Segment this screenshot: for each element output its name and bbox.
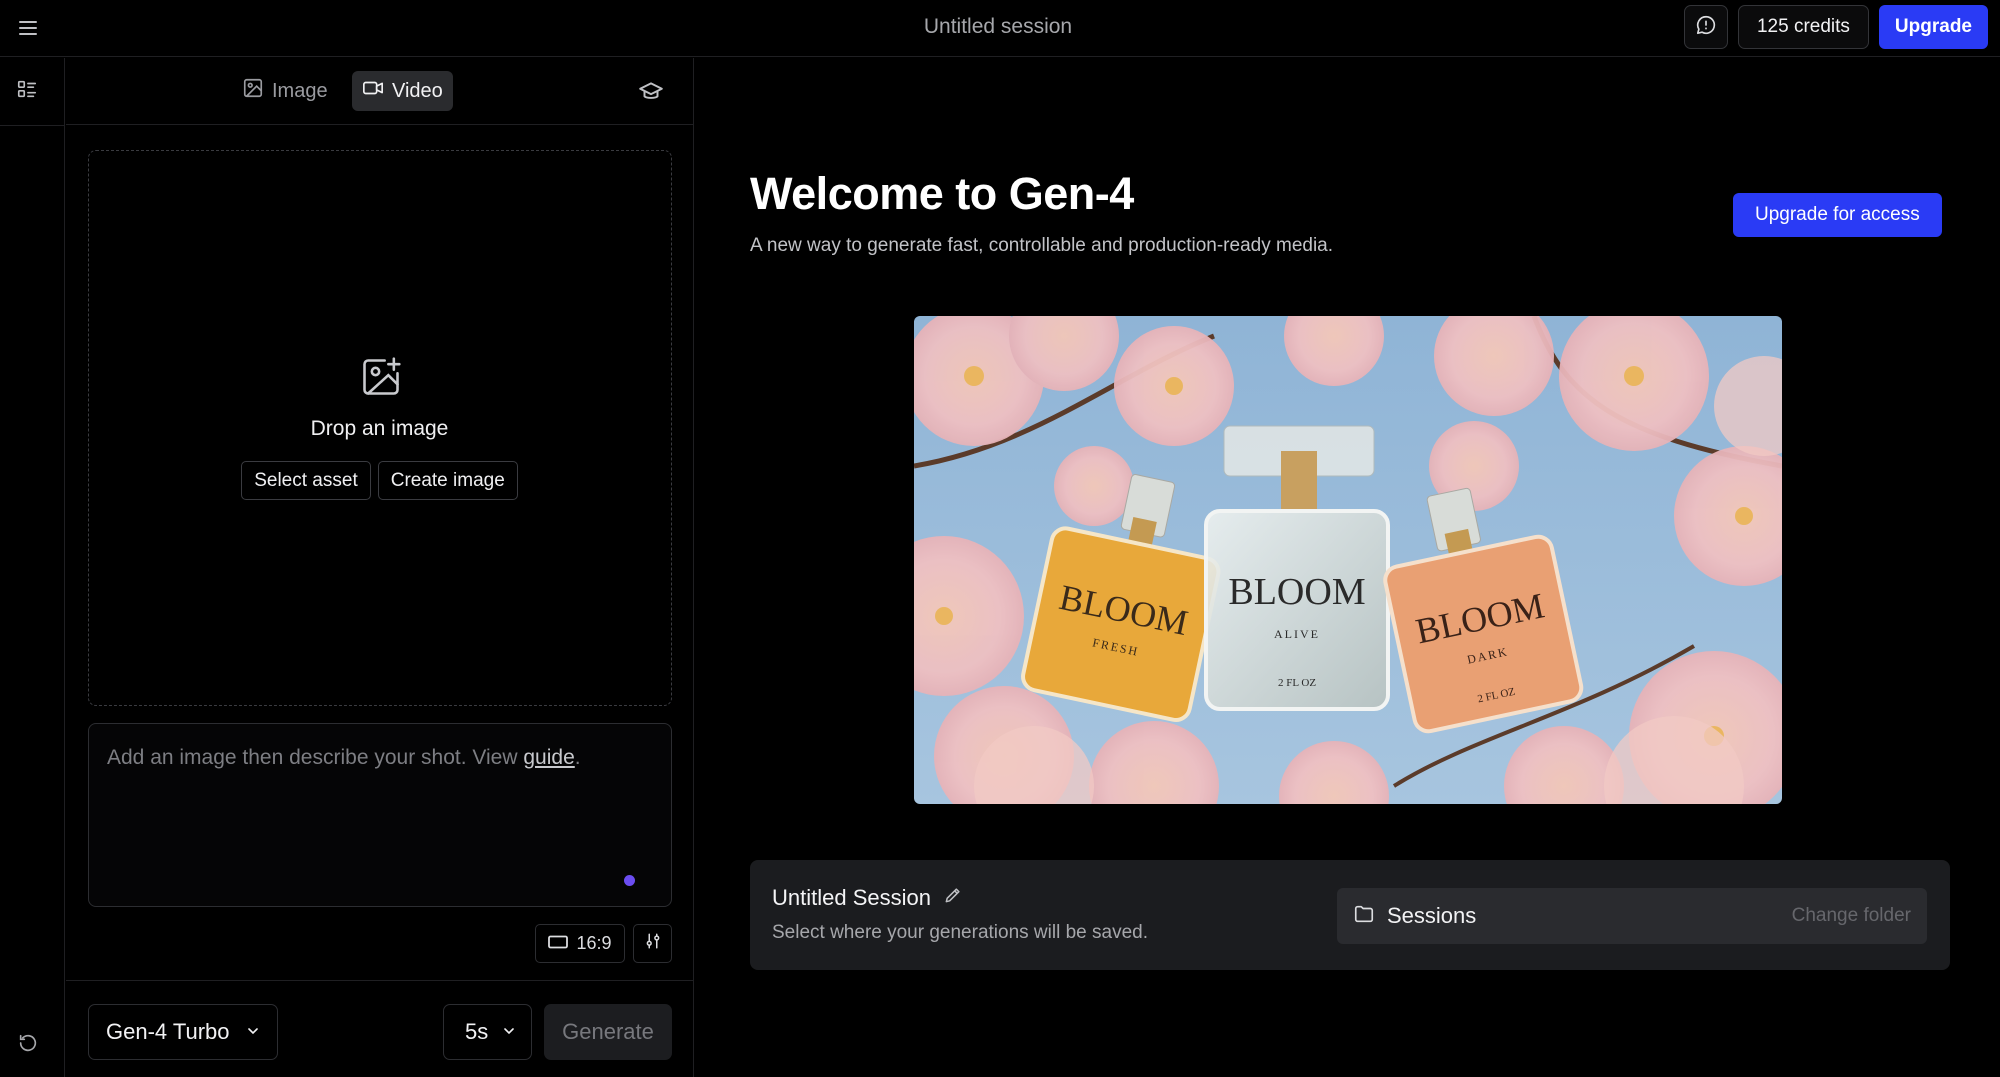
create-image-button[interactable]: Create image (377, 461, 518, 500)
prompt-placeholder: Add an image then describe your shot. Vi… (107, 746, 581, 770)
hero-image: BLOOM FRESH BLOOM ALIVE 2 FL OZ BLOOM DA… (914, 316, 1782, 804)
mode-tabs: Image Video (66, 58, 694, 125)
tab-image-label: Image (272, 79, 328, 102)
chevron-down-icon (245, 1019, 261, 1045)
left-rail (0, 58, 65, 1077)
image-add-icon (359, 355, 403, 399)
aspect-ratio-button[interactable]: 16:9 (535, 924, 625, 963)
guide-link[interactable]: guide (523, 746, 574, 769)
rail-divider (0, 125, 65, 126)
save-session-title: Untitled Session (772, 885, 963, 911)
duration-select[interactable]: 5s (443, 1004, 532, 1060)
top-bar: Untitled session 125 credits Upgrade (0, 0, 2000, 57)
history-icon[interactable] (17, 1032, 41, 1056)
generate-button[interactable]: Generate (544, 1004, 672, 1060)
prompt-placeholder-text: Add an image then describe your shot. Vi… (107, 746, 524, 769)
welcome-subtitle: A new way to generate fast, controllable… (750, 235, 1334, 256)
hamburger-menu-icon[interactable] (16, 16, 40, 40)
dropzone-title: Drop an image (310, 417, 449, 440)
pencil-icon[interactable] (943, 885, 963, 911)
tab-video-label: Video (392, 79, 443, 102)
assets-list-icon[interactable] (16, 78, 40, 102)
settings-button[interactable] (633, 924, 672, 963)
status-dot (624, 875, 635, 886)
panel-footer-divider (66, 980, 694, 981)
session-save-card: Untitled Session Select where your gener… (750, 860, 1950, 970)
top-right-actions: 125 credits Upgrade (1683, 5, 1988, 49)
upgrade-for-access-button[interactable]: Upgrade for access (1733, 193, 1942, 237)
select-asset-button[interactable]: Select asset (241, 461, 371, 500)
upgrade-button[interactable]: Upgrade (1878, 5, 1988, 49)
tab-image[interactable]: Image (232, 71, 338, 111)
tab-video[interactable]: Video (352, 71, 453, 111)
bottle-size: 2 FL OZ (1278, 677, 1316, 689)
image-icon (242, 77, 264, 105)
chat-bubble-icon (1695, 14, 1717, 41)
sliders-icon (644, 932, 662, 955)
change-folder-button[interactable]: Change folder (1792, 905, 1911, 927)
video-icon (362, 77, 384, 105)
prompt-input[interactable]: Add an image then describe your shot. Vi… (88, 723, 672, 907)
save-session-subtitle: Select where your generations will be sa… (772, 922, 1148, 943)
main-content: Welcome to Gen-4 A new way to generate f… (695, 58, 2000, 1077)
model-label: Gen-4 Turbo (106, 1019, 230, 1044)
chevron-down-icon (501, 1019, 517, 1045)
folder-selector[interactable]: Sessions Change folder (1337, 888, 1927, 944)
bottle-brand: BLOOM (1228, 571, 1365, 613)
folder-name: Sessions (1387, 903, 1477, 928)
aspect-ratio-icon (548, 933, 569, 954)
prompt-placeholder-end: . (574, 746, 581, 769)
image-dropzone[interactable]: Drop an image Select asset Create image (88, 150, 672, 706)
aspect-ratio-label: 16:9 (576, 933, 612, 953)
credits-button[interactable]: 125 credits (1737, 5, 1869, 49)
session-name[interactable]: Untitled Session (772, 885, 931, 911)
model-select[interactable]: Gen-4 Turbo (88, 1004, 278, 1060)
graduation-cap-icon[interactable] (638, 79, 664, 105)
bottle-variant: ALIVE (1274, 627, 1320, 641)
feedback-button[interactable] (1683, 5, 1728, 49)
dropzone-actions: Select asset Create image (89, 461, 670, 500)
welcome-title: Welcome to Gen-4 (750, 168, 1134, 219)
generation-panel: Image Video Drop an image Select asset C… (66, 58, 694, 1077)
duration-label: 5s (465, 1019, 489, 1044)
folder-icon (1353, 903, 1375, 930)
